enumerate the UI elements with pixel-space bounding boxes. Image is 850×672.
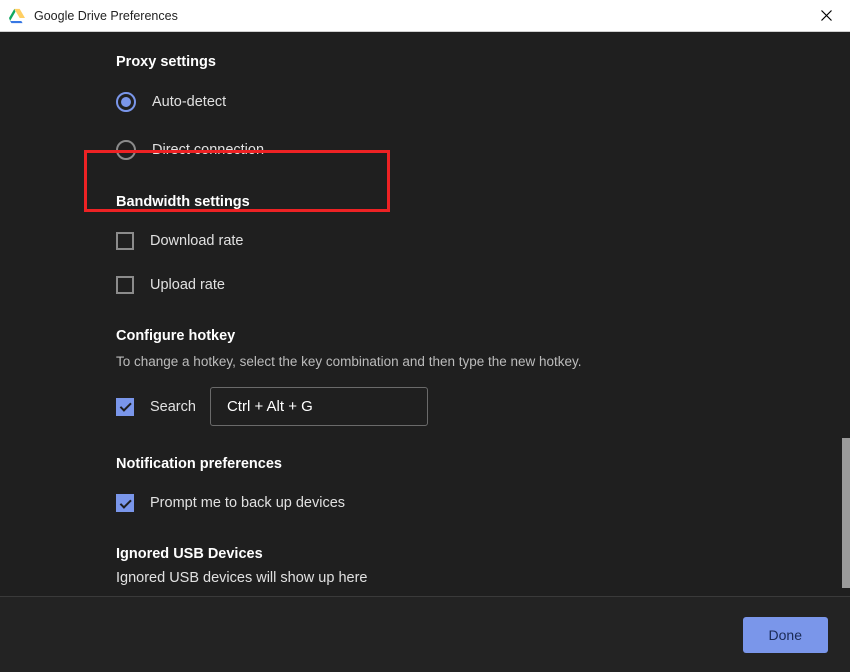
download-rate-row[interactable]: Download rate <box>116 226 850 256</box>
ignored-usb-body: Ignored USB devices will show up here <box>116 570 850 586</box>
radio-icon[interactable] <box>116 92 136 112</box>
proxy-auto-detect-row[interactable]: Auto-detect <box>116 86 850 118</box>
search-hotkey-input[interactable]: Ctrl + Alt + G <box>210 387 428 426</box>
ignored-usb-heading: Ignored USB Devices <box>116 546 850 562</box>
proxy-settings-heading: Proxy settings <box>116 54 850 70</box>
content-area: Proxy settings Auto-detect Direct connec… <box>0 32 850 596</box>
proxy-auto-detect-label: Auto-detect <box>152 94 226 110</box>
notification-preferences-heading: Notification preferences <box>116 456 850 472</box>
hotkey-help-text: To change a hotkey, select the key combi… <box>116 354 850 369</box>
prompt-backup-row[interactable]: Prompt me to back up devices <box>116 488 850 518</box>
scrollbar[interactable] <box>842 438 850 588</box>
done-button[interactable]: Done <box>743 617 828 653</box>
checkbox-icon[interactable] <box>116 276 134 294</box>
bandwidth-settings-heading: Bandwidth settings <box>116 194 850 210</box>
search-hotkey-row: Search Ctrl + Alt + G <box>116 387 850 426</box>
proxy-direct-connection-row[interactable]: Direct connection <box>116 122 850 178</box>
download-rate-label: Download rate <box>150 233 244 249</box>
close-icon <box>821 10 832 21</box>
footer: Done <box>0 596 850 672</box>
checkbox-icon[interactable] <box>116 232 134 250</box>
titlebar: Google Drive Preferences <box>0 0 850 32</box>
search-hotkey-label: Search <box>150 399 196 415</box>
google-drive-icon <box>8 7 26 25</box>
radio-icon[interactable] <box>116 140 136 160</box>
close-button[interactable] <box>810 0 842 32</box>
window-title: Google Drive Preferences <box>34 9 178 23</box>
upload-rate-row[interactable]: Upload rate <box>116 270 850 300</box>
configure-hotkey-heading: Configure hotkey <box>116 328 850 344</box>
checkbox-icon[interactable] <box>116 494 134 512</box>
proxy-direct-connection-label: Direct connection <box>152 142 264 158</box>
prompt-backup-label: Prompt me to back up devices <box>150 495 345 511</box>
checkbox-icon[interactable] <box>116 398 134 416</box>
upload-rate-label: Upload rate <box>150 277 225 293</box>
